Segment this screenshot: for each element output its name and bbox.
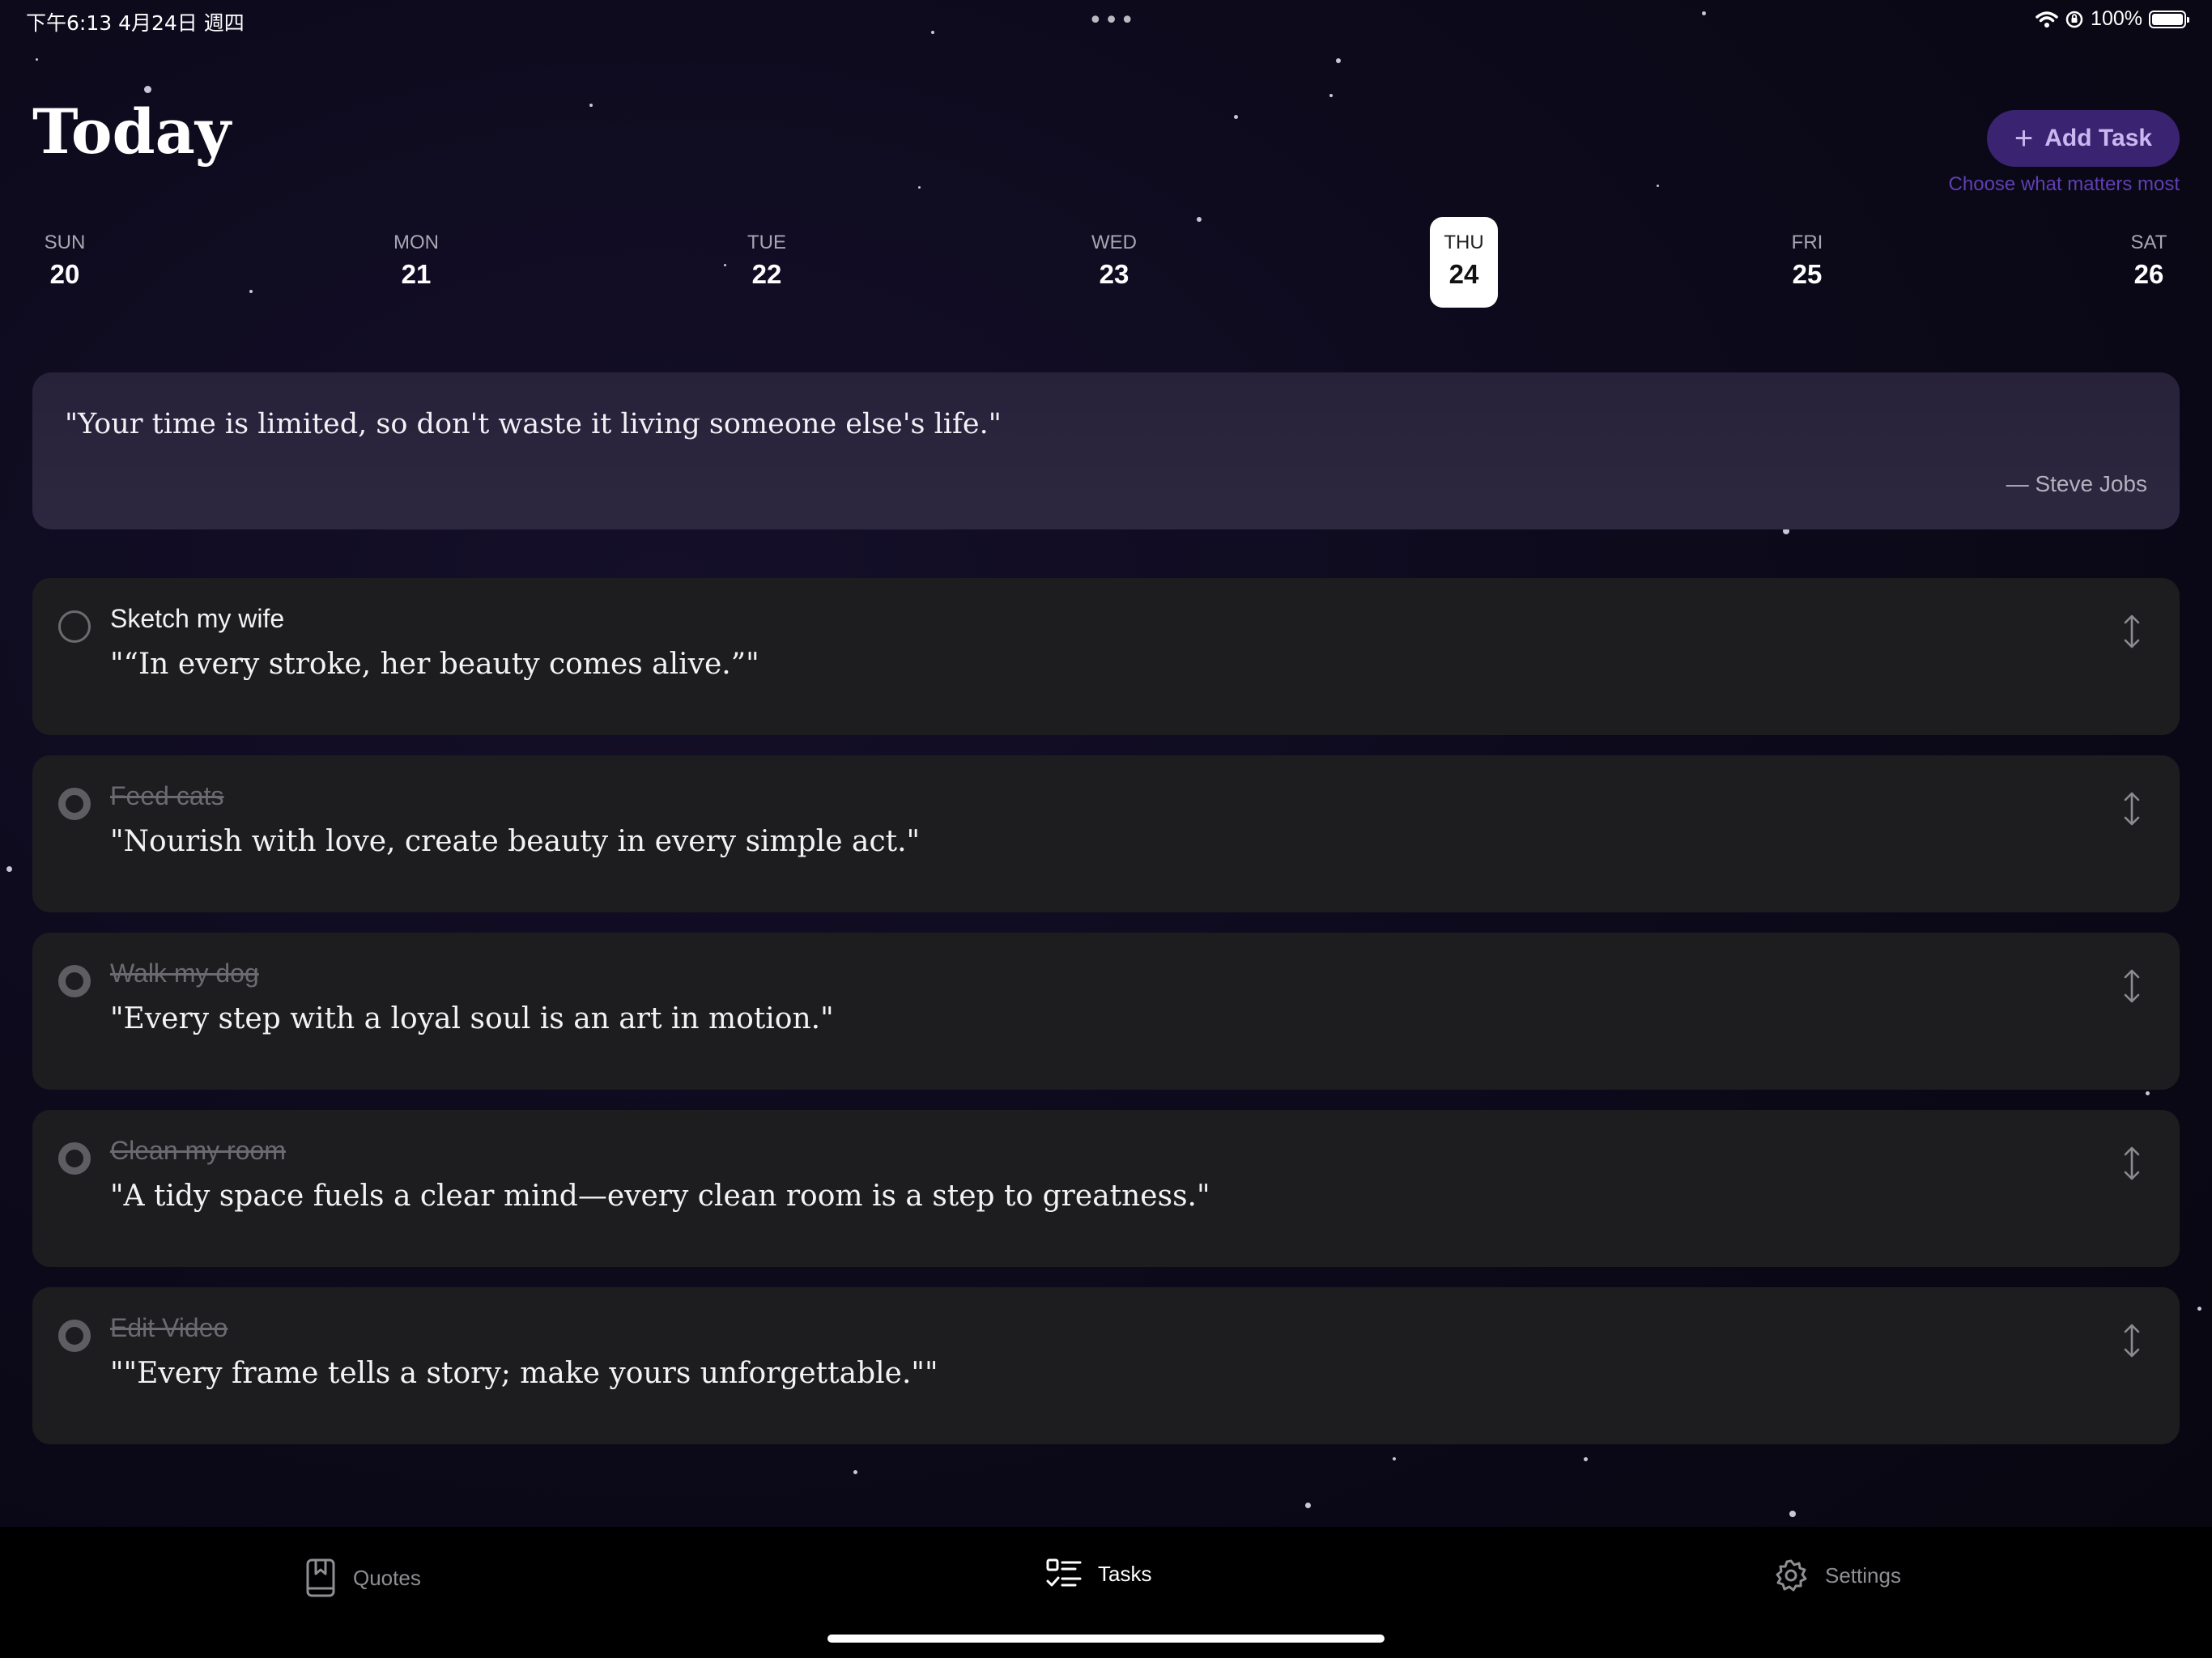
task-title: Sketch my wife [110,604,285,633]
plus-icon: + [2014,121,2034,156]
day-number: 20 [49,259,80,289]
orientation-lock-icon [2065,11,2083,28]
day-sat[interactable]: SAT 26 [2115,217,2183,308]
task-card[interactable]: Edit Video ""Every frame tells a story; … [32,1287,2180,1444]
reorder-arrows-icon[interactable] [2121,614,2142,649]
task-checkbox-checked[interactable] [58,965,91,997]
daily-quote-card: "Your time is limited, so don't waste it… [32,372,2180,529]
task-quote: "Every step with a loyal soul is an art … [110,1002,834,1035]
battery-icon [2149,10,2189,28]
task-checkbox[interactable] [58,610,91,643]
book-icon [306,1558,335,1597]
day-number: 26 [2133,259,2164,289]
day-name: TUE [747,232,786,253]
day-name: THU [1444,232,1484,253]
tab-quotes-label: Quotes [353,1565,421,1590]
day-name: WED [1091,232,1137,253]
task-title: Clean my room [110,1136,286,1165]
home-indicator[interactable] [827,1635,1385,1643]
multitasking-dots-icon[interactable]: ••• [1088,6,1136,35]
reorder-arrows-icon[interactable] [2121,791,2142,827]
add-task-label: Add Task [2044,125,2153,151]
day-tue[interactable]: TUE 22 [733,217,801,308]
day-name: MON [393,232,439,253]
task-quote: "Nourish with love, create beauty in eve… [110,825,921,858]
daily-quote-author: — Steve Jobs [2006,471,2147,496]
wifi-icon [2035,11,2058,28]
status-bar: 下午6:13 4月24日 週四 ••• 100% [0,0,2212,42]
reorder-arrows-icon[interactable] [2121,1323,2142,1358]
tab-settings[interactable]: Settings [1773,1558,1901,1593]
day-number: 21 [401,259,432,289]
day-number: 24 [1448,259,1479,289]
page-title: Today [32,96,232,168]
day-number: 22 [751,259,782,289]
checklist-icon [1046,1558,1082,1587]
task-checkbox-checked[interactable] [58,1320,91,1352]
day-name: SAT [2130,232,2167,253]
tab-settings-label: Settings [1825,1562,1901,1588]
day-mon[interactable]: MON 21 [382,217,450,308]
task-card[interactable]: Clean my room "A tidy space fuels a clea… [32,1110,2180,1267]
gear-icon [1776,1559,1807,1592]
daily-quote-text: "Your time is limited, so don't waste it… [65,408,1002,440]
task-checkbox-checked[interactable] [58,788,91,820]
day-sun[interactable]: SUN 20 [31,217,99,308]
tab-tasks-label: Tasks [1098,1561,1152,1586]
task-title: Feed cats [110,781,224,810]
task-checkbox-checked[interactable] [58,1142,91,1175]
add-task-button[interactable]: + Add Task [1987,110,2180,167]
task-title: Walk my dog [110,959,259,988]
day-number: 23 [1099,259,1129,289]
day-thu-selected[interactable]: THU 24 [1430,217,1498,308]
tab-quotes[interactable]: Quotes [304,1558,421,1598]
status-time-date: 下午6:13 4月24日 週四 [26,11,245,35]
day-name: FRI [1791,232,1823,253]
day-wed[interactable]: WED 23 [1080,217,1148,308]
task-card[interactable]: Feed cats "Nourish with love, create bea… [32,755,2180,912]
task-card[interactable]: Walk my dog "Every step with a loyal sou… [32,933,2180,1090]
day-fri[interactable]: FRI 25 [1773,217,1841,308]
task-quote: "“In every stroke, her beauty comes aliv… [110,648,759,681]
tagline: Choose what matters most [1948,173,2180,195]
task-card[interactable]: Sketch my wife "“In every stroke, her be… [32,578,2180,735]
reorder-arrows-icon[interactable] [2121,968,2142,1004]
battery-percent: 100% [2091,7,2142,30]
tab-tasks[interactable]: Tasks [1046,1558,1151,1590]
reorder-arrows-icon[interactable] [2121,1146,2142,1181]
day-number: 25 [1792,259,1823,289]
task-quote: ""Every frame tells a story; make yours … [110,1357,938,1390]
day-name: SUN [44,232,86,253]
status-indicators: 100% [2035,7,2189,31]
task-title: Edit Video [110,1313,228,1342]
task-quote: "A tidy space fuels a clear mind—every c… [110,1180,1210,1213]
